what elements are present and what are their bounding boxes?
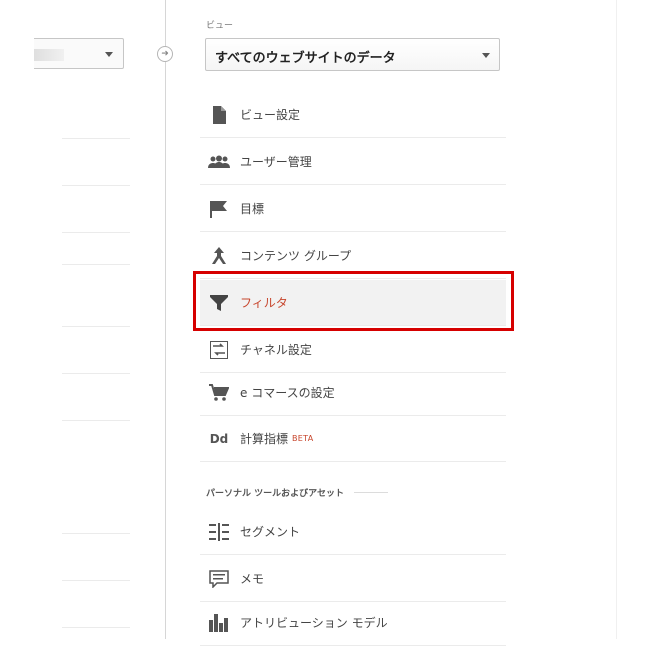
menu-item-label: 計算指標 bbox=[240, 432, 289, 446]
divider bbox=[62, 533, 130, 534]
menu-item-ecommerce-settings[interactable]: e コマースの設定 bbox=[200, 370, 506, 416]
section-header-text: パーソナル ツールおよびアセット bbox=[206, 489, 344, 499]
divider bbox=[62, 232, 130, 233]
menu-item-label: 目標 bbox=[240, 202, 265, 216]
section-header-divider bbox=[353, 492, 388, 493]
bar-chart-icon bbox=[208, 613, 230, 633]
divider bbox=[62, 420, 130, 421]
menu-item-attribution-models[interactable]: アトリビューション モデル bbox=[200, 600, 506, 646]
column-divider bbox=[165, 0, 166, 639]
menu-item-label: アトリビューション モデル bbox=[240, 616, 388, 630]
merge-arrow-icon bbox=[208, 246, 230, 266]
divider bbox=[62, 373, 130, 374]
dd-icon-text: Dd bbox=[209, 431, 229, 446]
menu-item-filters[interactable]: フィルタ bbox=[200, 280, 506, 326]
note-icon bbox=[208, 569, 230, 589]
menu-item-annotations[interactable]: メモ bbox=[200, 556, 506, 602]
divider bbox=[62, 185, 130, 186]
property-dropdown[interactable] bbox=[34, 38, 124, 69]
menu-item-content-grouping[interactable]: コンテンツ グループ bbox=[200, 233, 506, 279]
menu-item-label: ユーザー管理 bbox=[240, 155, 312, 169]
menu-item-view-settings[interactable]: ビュー設定 bbox=[200, 92, 506, 138]
menu-item-label: セグメント bbox=[240, 525, 301, 539]
property-dropdown-value-blurred bbox=[34, 49, 64, 61]
chevron-down-icon bbox=[482, 53, 490, 58]
section-header-personal-tools: パーソナル ツールおよびアセット bbox=[206, 486, 506, 499]
divider bbox=[62, 580, 130, 581]
menu-item-user-management[interactable]: ユーザー管理 bbox=[200, 139, 506, 185]
menu-item-label: メモ bbox=[240, 572, 265, 586]
view-dropdown-value: すべてのウェブサイトのデータ bbox=[215, 51, 396, 66]
menu-item-segments[interactable]: セグメント bbox=[200, 509, 506, 555]
dd-icon: Dd bbox=[208, 429, 230, 449]
menu-item-label: ビュー設定 bbox=[240, 108, 301, 122]
menu-item-goals[interactable]: 目標 bbox=[200, 186, 506, 232]
right-border bbox=[616, 0, 617, 639]
menu-item-label: フィルタ bbox=[240, 296, 288, 310]
document-icon bbox=[208, 105, 230, 125]
arrow-right-icon: ➜ bbox=[157, 46, 173, 62]
view-dropdown[interactable]: すべてのウェブサイトのデータ bbox=[205, 38, 500, 71]
channel-icon bbox=[208, 340, 230, 360]
filter-icon bbox=[208, 293, 230, 313]
cart-icon bbox=[208, 383, 230, 403]
divider bbox=[62, 138, 130, 139]
menu-item-calculated-metrics[interactable]: Dd 計算指標 BETA bbox=[200, 416, 506, 462]
segment-icon bbox=[208, 522, 230, 542]
menu-item-label: コンテンツ グループ bbox=[240, 249, 352, 263]
divider bbox=[62, 326, 130, 327]
chevron-down-icon bbox=[105, 52, 113, 57]
divider bbox=[62, 627, 130, 628]
view-label: ビュー bbox=[206, 21, 234, 31]
menu-item-channel-settings[interactable]: チャネル設定 bbox=[200, 327, 506, 373]
flag-icon bbox=[208, 199, 230, 219]
users-icon bbox=[208, 152, 230, 172]
menu-item-label: e コマースの設定 bbox=[240, 386, 335, 400]
divider bbox=[62, 264, 130, 265]
left-column bbox=[0, 0, 140, 639]
beta-badge: BETA bbox=[292, 434, 314, 443]
menu-item-label: チャネル設定 bbox=[240, 343, 312, 357]
